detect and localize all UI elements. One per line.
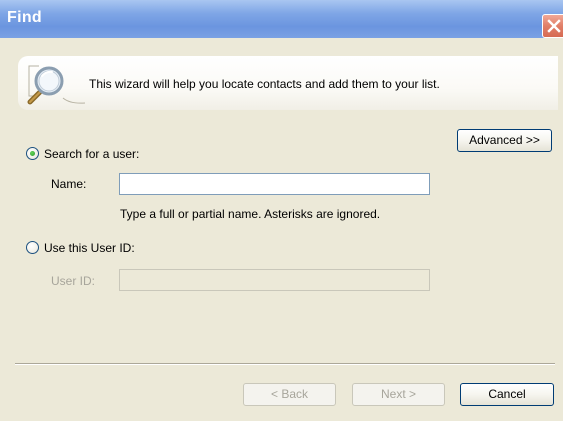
close-icon (547, 19, 561, 33)
footer-divider (15, 363, 555, 365)
next-button[interactable]: Next > (352, 383, 445, 406)
magnifier-icon (27, 65, 86, 105)
info-text: This wizard will help you locate contact… (89, 77, 440, 91)
user-id-input[interactable] (119, 269, 430, 291)
user-id-radio-label[interactable]: Use this User ID: (44, 241, 135, 255)
back-button[interactable]: < Back (243, 383, 336, 406)
name-hint: Type a full or partial name. Asterisks a… (120, 207, 381, 221)
title-bar[interactable]: Find (0, 0, 563, 38)
name-input[interactable] (119, 173, 430, 195)
info-banner: This wizard will help you locate contact… (18, 56, 558, 110)
close-button[interactable] (542, 14, 563, 38)
search-user-radio[interactable] (26, 147, 39, 160)
search-user-label[interactable]: Search for a user: (44, 147, 139, 161)
user-id-radio[interactable] (26, 241, 39, 254)
name-label: Name: (51, 177, 87, 191)
user-id-label: User ID: (51, 274, 96, 288)
find-dialog: Find This wizard will help you locate co… (0, 0, 563, 421)
window-title: Find (7, 9, 42, 26)
advanced-button[interactable]: Advanced >> (457, 129, 552, 152)
radio-selected-dot (30, 151, 35, 156)
cancel-button[interactable]: Cancel (460, 383, 554, 406)
